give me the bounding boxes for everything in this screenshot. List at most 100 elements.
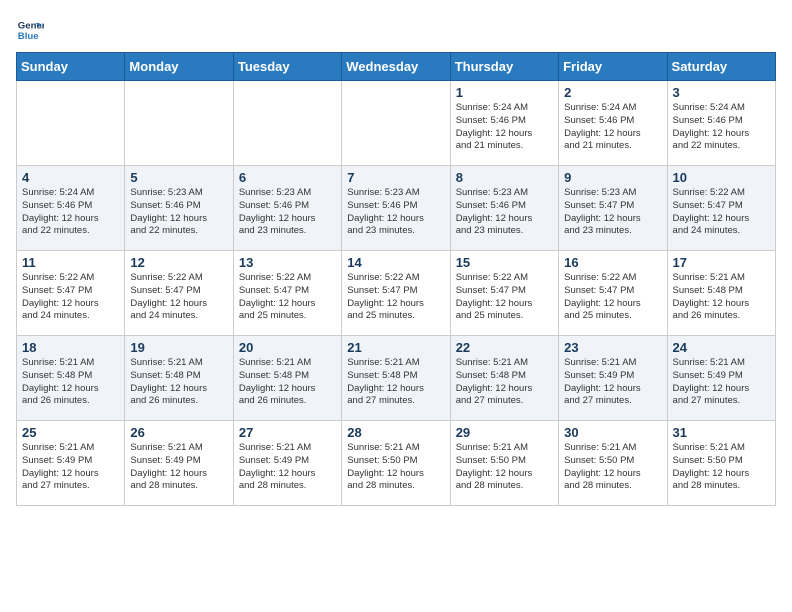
svg-text:Blue: Blue xyxy=(18,31,39,42)
day-number: 7 xyxy=(347,170,444,185)
calendar-cell: 14 Sunrise: 5:22 AMSunset: 5:47 PMDayligh… xyxy=(342,251,450,336)
day-number: 15 xyxy=(456,255,553,270)
day-number: 5 xyxy=(130,170,227,185)
day-number: 31 xyxy=(673,425,770,440)
calendar-cell xyxy=(233,81,341,166)
weekday-header: Sunday xyxy=(17,53,125,81)
calendar-cell: 25Sunrise: 5:21 AMSunset: 5:49 PMDayligh… xyxy=(17,421,125,506)
day-info: Sunrise: 5:22 AMSunset: 5:47 PMDaylight:… xyxy=(564,272,661,323)
day-number: 8 xyxy=(456,170,553,185)
day-info: Sunrise: 5:21 AMSunset: 5:49 PMDaylight:… xyxy=(564,357,661,408)
day-number: 29 xyxy=(456,425,553,440)
weekday-header: Wednesday xyxy=(342,53,450,81)
calendar-cell: 20Sunrise: 5:21 AMSunset: 5:48 PMDayligh… xyxy=(233,336,341,421)
weekday-header: Thursday xyxy=(450,53,558,81)
day-info: Sunrise: 5:21 AMSunset: 5:49 PMDaylight:… xyxy=(130,442,227,493)
calendar-cell xyxy=(125,81,233,166)
calendar-cell: 28 Sunrise: 5:21 AMSunset: 5:50 PMDayligh… xyxy=(342,421,450,506)
day-number: 27 xyxy=(239,425,336,440)
calendar-cell: 4 Sunrise: 5:24 AMSunset: 5:46 PMDaylight… xyxy=(17,166,125,251)
day-info: Sunrise: 5:21 AMSunset: 5:49 PMDaylight:… xyxy=(673,357,770,408)
day-number: 21 xyxy=(347,340,444,355)
calendar-cell: 26 Sunrise: 5:21 AMSunset: 5:49 PMDayligh… xyxy=(125,421,233,506)
calendar-cell: 5 Sunrise: 5:23 AMSunset: 5:46 PMDaylight… xyxy=(125,166,233,251)
day-number: 12 xyxy=(130,255,227,270)
day-number: 14 xyxy=(347,255,444,270)
calendar-cell: 13 Sunrise: 5:22 AMSunset: 5:47 PMDayligh… xyxy=(233,251,341,336)
calendar-cell: 24 Sunrise: 5:21 AMSunset: 5:49 PMDayligh… xyxy=(667,336,775,421)
calendar-cell: 17Sunrise: 5:21 AMSunset: 5:48 PMDayligh… xyxy=(667,251,775,336)
day-info: Sunrise: 5:24 AMSunset: 5:46 PMDaylight:… xyxy=(22,187,119,238)
day-number: 6 xyxy=(239,170,336,185)
day-number: 22 xyxy=(456,340,553,355)
day-info: Sunrise: 5:21 AMSunset: 5:50 PMDaylight:… xyxy=(456,442,553,493)
day-number: 2 xyxy=(564,85,661,100)
day-number: 20 xyxy=(239,340,336,355)
calendar-cell: 6 Sunrise: 5:23 AMSunset: 5:46 PMDaylight… xyxy=(233,166,341,251)
day-number: 16 xyxy=(564,255,661,270)
page-header: General Blue xyxy=(16,16,776,44)
calendar-cell: 1 Sunrise: 5:24 AMSunset: 5:46 PMDaylight… xyxy=(450,81,558,166)
calendar-cell: 15 Sunrise: 5:22 AMSunset: 5:47 PMDayligh… xyxy=(450,251,558,336)
logo: General Blue xyxy=(16,16,44,44)
calendar-cell: 7 Sunrise: 5:23 AMSunset: 5:46 PMDaylight… xyxy=(342,166,450,251)
day-number: 30 xyxy=(564,425,661,440)
day-number: 24 xyxy=(673,340,770,355)
calendar-cell xyxy=(17,81,125,166)
day-info: Sunrise: 5:23 AMSunset: 5:46 PMDaylight:… xyxy=(456,187,553,238)
calendar-cell: 22 Sunrise: 5:21 AMSunset: 5:48 PMDayligh… xyxy=(450,336,558,421)
weekday-header: Tuesday xyxy=(233,53,341,81)
day-info: Sunrise: 5:23 AMSunset: 5:46 PMDaylight:… xyxy=(130,187,227,238)
calendar-cell: 21 Sunrise: 5:21 AMSunset: 5:48 PMDayligh… xyxy=(342,336,450,421)
calendar-cell: 3 Sunrise: 5:24 AMSunset: 5:46 PMDaylight… xyxy=(667,81,775,166)
logo-icon: General Blue xyxy=(16,16,44,44)
calendar-table: SundayMondayTuesdayWednesdayThursdayFrid… xyxy=(16,52,776,506)
calendar-cell: 10Sunrise: 5:22 AMSunset: 5:47 PMDayligh… xyxy=(667,166,775,251)
calendar-cell: 27 Sunrise: 5:21 AMSunset: 5:49 PMDayligh… xyxy=(233,421,341,506)
calendar-cell: 29 Sunrise: 5:21 AMSunset: 5:50 PMDayligh… xyxy=(450,421,558,506)
day-info: Sunrise: 5:21 AMSunset: 5:50 PMDaylight:… xyxy=(347,442,444,493)
day-info: Sunrise: 5:21 AMSunset: 5:50 PMDaylight:… xyxy=(673,442,770,493)
day-number: 28 xyxy=(347,425,444,440)
day-info: Sunrise: 5:21 AMSunset: 5:49 PMDaylight:… xyxy=(239,442,336,493)
day-info: Sunrise: 5:22 AMSunset: 5:47 PMDaylight:… xyxy=(239,272,336,323)
calendar-cell: 11Sunrise: 5:22 AMSunset: 5:47 PMDayligh… xyxy=(17,251,125,336)
day-number: 18 xyxy=(22,340,119,355)
day-number: 17 xyxy=(673,255,770,270)
day-number: 23 xyxy=(564,340,661,355)
day-info: Sunrise: 5:21 AMSunset: 5:48 PMDaylight:… xyxy=(456,357,553,408)
calendar-cell: 23 Sunrise: 5:21 AMSunset: 5:49 PMDayligh… xyxy=(559,336,667,421)
weekday-header: Friday xyxy=(559,53,667,81)
day-info: Sunrise: 5:22 AMSunset: 5:47 PMDaylight:… xyxy=(130,272,227,323)
day-info: Sunrise: 5:22 AMSunset: 5:47 PMDaylight:… xyxy=(347,272,444,323)
day-info: Sunrise: 5:23 AMSunset: 5:46 PMDaylight:… xyxy=(239,187,336,238)
day-number: 19 xyxy=(130,340,227,355)
calendar-cell: 16 Sunrise: 5:22 AMSunset: 5:47 PMDayligh… xyxy=(559,251,667,336)
day-info: Sunrise: 5:24 AMSunset: 5:46 PMDaylight:… xyxy=(564,102,661,153)
calendar-cell: 9Sunrise: 5:23 AMSunset: 5:47 PMDaylight… xyxy=(559,166,667,251)
day-number: 10 xyxy=(673,170,770,185)
calendar-cell: 2 Sunrise: 5:24 AMSunset: 5:46 PMDaylight… xyxy=(559,81,667,166)
day-number: 9 xyxy=(564,170,661,185)
day-info: Sunrise: 5:23 AMSunset: 5:46 PMDaylight:… xyxy=(347,187,444,238)
day-info: Sunrise: 5:21 AMSunset: 5:48 PMDaylight:… xyxy=(347,357,444,408)
calendar-cell: 19 Sunrise: 5:21 AMSunset: 5:48 PMDayligh… xyxy=(125,336,233,421)
day-info: Sunrise: 5:22 AMSunset: 5:47 PMDaylight:… xyxy=(456,272,553,323)
weekday-header: Saturday xyxy=(667,53,775,81)
day-number: 26 xyxy=(130,425,227,440)
day-info: Sunrise: 5:22 AMSunset: 5:47 PMDaylight:… xyxy=(22,272,119,323)
day-number: 1 xyxy=(456,85,553,100)
day-info: Sunrise: 5:21 AMSunset: 5:48 PMDaylight:… xyxy=(22,357,119,408)
calendar-cell: 8 Sunrise: 5:23 AMSunset: 5:46 PMDaylight… xyxy=(450,166,558,251)
day-number: 13 xyxy=(239,255,336,270)
weekday-header: Monday xyxy=(125,53,233,81)
calendar-cell: 30Sunrise: 5:21 AMSunset: 5:50 PMDayligh… xyxy=(559,421,667,506)
day-info: Sunrise: 5:24 AMSunset: 5:46 PMDaylight:… xyxy=(673,102,770,153)
calendar-cell: 12 Sunrise: 5:22 AMSunset: 5:47 PMDayligh… xyxy=(125,251,233,336)
day-number: 3 xyxy=(673,85,770,100)
day-number: 4 xyxy=(22,170,119,185)
day-info: Sunrise: 5:21 AMSunset: 5:49 PMDaylight:… xyxy=(22,442,119,493)
day-info: Sunrise: 5:21 AMSunset: 5:48 PMDaylight:… xyxy=(130,357,227,408)
day-info: Sunrise: 5:24 AMSunset: 5:46 PMDaylight:… xyxy=(456,102,553,153)
calendar-cell: 31 Sunrise: 5:21 AMSunset: 5:50 PMDayligh… xyxy=(667,421,775,506)
